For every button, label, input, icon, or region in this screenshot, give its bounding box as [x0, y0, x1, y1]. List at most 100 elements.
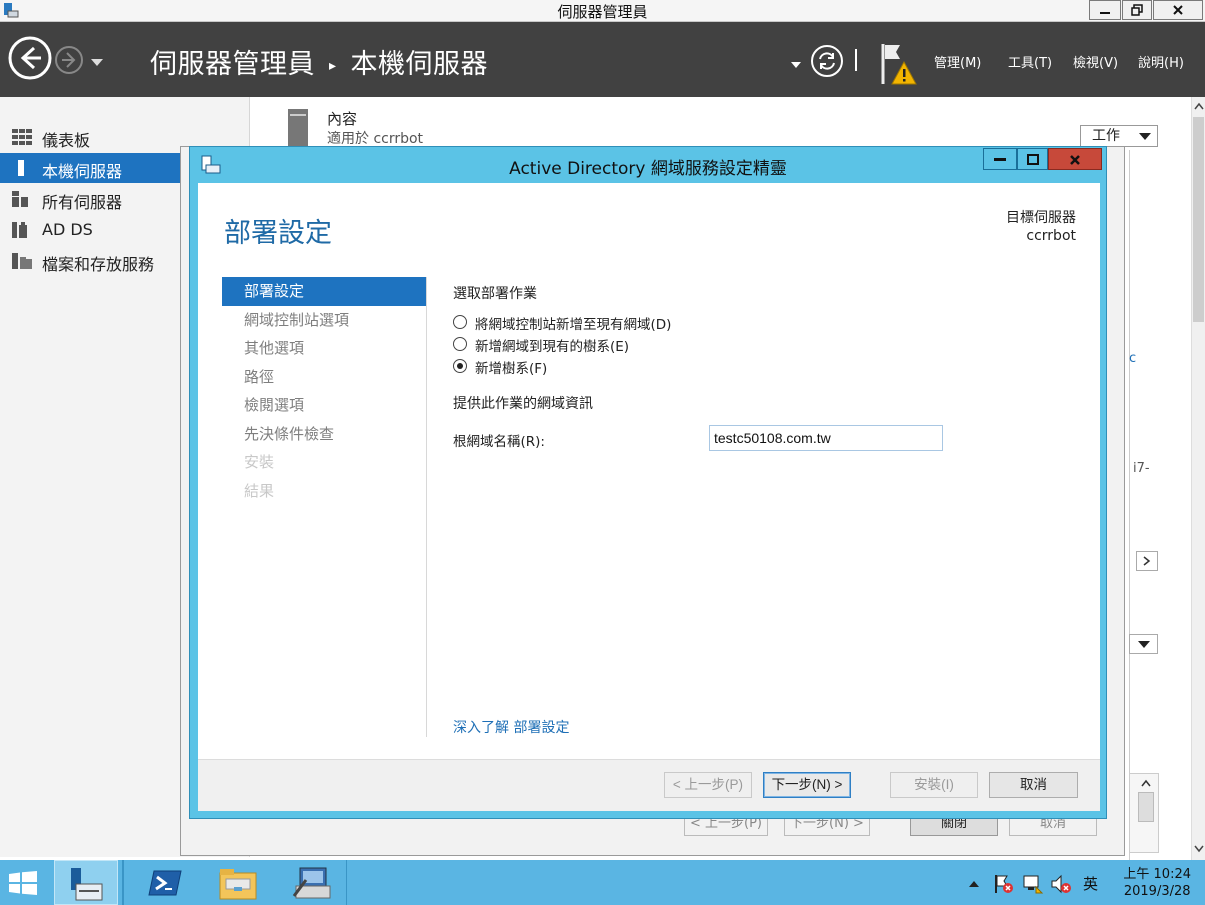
maximize-button[interactable]: [1122, 0, 1152, 20]
menu-manage[interactable]: 管理(M): [934, 52, 981, 71]
option-add-domain-existing-forest[interactable]: 新增網域到現有的樹系(E): [453, 333, 1093, 355]
option-label: 新增網域到現有的樹系(E): [475, 339, 630, 355]
breadcrumb: 伺服器管理員 ▸ 本機伺服器: [150, 42, 488, 81]
dashboard-icon: [12, 129, 32, 145]
scroll-up-icon: [1141, 779, 1151, 787]
wizard-steps: 部署設定 網域控制站選項 其他選項 路徑 檢閱選項 先決條件檢查 安裝 結果: [222, 277, 426, 505]
ime-indicator[interactable]: 英: [1083, 873, 1098, 894]
wizard-body: 部署設定 目標伺服器 ccrrbot 部署設定 網域控制站選項 其他選項 路徑 …: [198, 183, 1100, 811]
forward-button[interactable]: [54, 45, 84, 79]
menu-tools[interactable]: 工具(T): [1008, 52, 1052, 71]
step-review-options[interactable]: 檢閱選項: [222, 391, 426, 420]
chevron-right-icon: [1143, 556, 1151, 566]
restore-icon: [1131, 4, 1143, 16]
sidebar-item-label: 本機伺服器: [42, 162, 123, 181]
cancel-button[interactable]: 取消: [989, 772, 1078, 798]
step-deployment-config[interactable]: 部署設定: [222, 277, 426, 306]
file-storage-icon: [12, 253, 32, 269]
next-button[interactable]: 下一步(N) >: [763, 772, 851, 798]
collapse-dropdown[interactable]: [1129, 634, 1158, 654]
ad-ds-icon: [12, 222, 27, 238]
close-button[interactable]: [1153, 0, 1203, 20]
sidebar-item-label: 儀表板: [42, 131, 91, 150]
breadcrumb-dropdown[interactable]: [790, 57, 802, 73]
back-button[interactable]: [8, 36, 52, 84]
radio-add-forest[interactable]: [453, 359, 467, 373]
partial-text: i7-: [1133, 461, 1150, 476]
taskbar-powershell[interactable]: [140, 860, 190, 905]
domain-info-label: 提供此作業的網域資訊: [453, 396, 593, 412]
wizard-footer: < 上一步(P) 下一步(N) > 安裝(I) 取消: [198, 759, 1100, 811]
taskbar-divider: [122, 860, 124, 905]
scroll-right-button[interactable]: [1136, 551, 1158, 571]
taskbar-server-manager[interactable]: [54, 860, 118, 905]
step-additional-options[interactable]: 其他選項: [222, 334, 426, 363]
menu-help[interactable]: 說明(H): [1138, 52, 1184, 71]
show-hidden-icons-icon[interactable]: [968, 880, 980, 888]
window-title: 伺服器管理員: [557, 3, 648, 21]
previous-button[interactable]: < 上一步(P): [664, 772, 752, 798]
history-dropdown[interactable]: [90, 55, 104, 71]
section-subtitle: 適用於 ccrrbot: [327, 131, 424, 147]
wizard-heading: 部署設定: [224, 218, 332, 249]
action-center-flag-icon[interactable]: [993, 873, 1015, 895]
window-titlebar: 伺服器管理員: [0, 0, 1205, 22]
wizard-title: Active Directory 網域服務設定精靈: [509, 159, 787, 179]
learn-more-link[interactable]: 深入了解 部署設定: [453, 717, 569, 737]
refresh-icon: [811, 45, 843, 77]
maximize-icon: [1026, 154, 1039, 165]
wizard-main-panel: 選取部署作業 將網域控制站新增至現有網域(D) 新增網域到現有的樹系(E) 新增…: [453, 283, 1093, 453]
clock[interactable]: 上午 10:24 2019/3/28: [1123, 866, 1191, 900]
ad-ds-configuration-wizard: Active Directory 網域服務設定精靈 部署設定 目標伺服器 ccr…: [189, 146, 1107, 819]
radio-add-domain[interactable]: [453, 337, 467, 351]
root-domain-row: 根網域名稱(R):: [453, 425, 1093, 453]
option-add-dc-existing-domain[interactable]: 將網域控制站新增至現有網域(D): [453, 311, 1093, 333]
start-button[interactable]: [0, 860, 46, 905]
sidebar-item-label: 檔案和存放服務: [42, 255, 155, 274]
section-title: 內容: [327, 110, 358, 128]
wizard-maximize-button[interactable]: [1017, 148, 1048, 170]
volume-muted-icon[interactable]: [1050, 873, 1072, 895]
root-domain-input[interactable]: [709, 425, 943, 451]
step-dc-options[interactable]: 網域控制站選項: [222, 306, 426, 335]
forward-icon: [55, 46, 83, 74]
clock-date: 2019/3/28: [1123, 884, 1191, 899]
step-results: 結果: [244, 481, 275, 500]
main-scroll-thumb[interactable]: [1193, 117, 1204, 322]
menu-view[interactable]: 檢視(V): [1073, 52, 1118, 71]
start-icon: [9, 871, 37, 895]
wizard-minimize-button[interactable]: [983, 148, 1017, 170]
taskbar-file-explorer[interactable]: [212, 860, 266, 905]
step-paths[interactable]: 路徑: [222, 363, 426, 392]
scroll-down-icon: [1194, 845, 1204, 853]
wizard-close-button[interactable]: [1048, 148, 1102, 170]
step-prerequisites-check[interactable]: 先決條件檢查: [222, 420, 426, 449]
chevron-down-icon: [1139, 133, 1151, 140]
option-add-new-forest[interactable]: 新增樹系(F): [453, 355, 1093, 377]
taskbar: 英 上午 10:24 2019/3/28: [0, 860, 1205, 905]
notification-flag-icon: [881, 44, 917, 85]
refresh-button[interactable]: [810, 44, 844, 82]
minimize-button[interactable]: [1089, 0, 1121, 20]
target-server-info: 目標伺服器 ccrrbot: [1006, 209, 1076, 245]
root-domain-label: 根網域名稱(R):: [453, 434, 545, 450]
content-right-panel: [1129, 150, 1159, 860]
scroll-up-icon: [1194, 102, 1204, 110]
learn-more-prefix[interactable]: 深入了解: [453, 720, 509, 736]
file-explorer-icon: [219, 869, 257, 900]
tasks-dropdown[interactable]: 工作: [1080, 125, 1158, 147]
inner-scroll-thumb[interactable]: [1138, 792, 1154, 822]
inner-scrollbar[interactable]: [1129, 773, 1159, 853]
main-scrollbar[interactable]: [1191, 97, 1205, 860]
breadcrumb-root[interactable]: 伺服器管理員: [150, 49, 315, 80]
notifications-button[interactable]: [880, 42, 920, 90]
radio-add-dc[interactable]: [453, 315, 467, 329]
install-button[interactable]: 安裝(I): [890, 772, 978, 798]
taskbar-network-tool[interactable]: [288, 860, 338, 905]
learn-more-topic[interactable]: 部署設定: [513, 720, 569, 736]
all-servers-icon: [12, 191, 28, 207]
back-icon: [8, 36, 52, 80]
network-status-icon[interactable]: [1022, 873, 1044, 895]
option-label: 新增樹系(F): [475, 361, 548, 377]
header-divider: [855, 49, 857, 71]
